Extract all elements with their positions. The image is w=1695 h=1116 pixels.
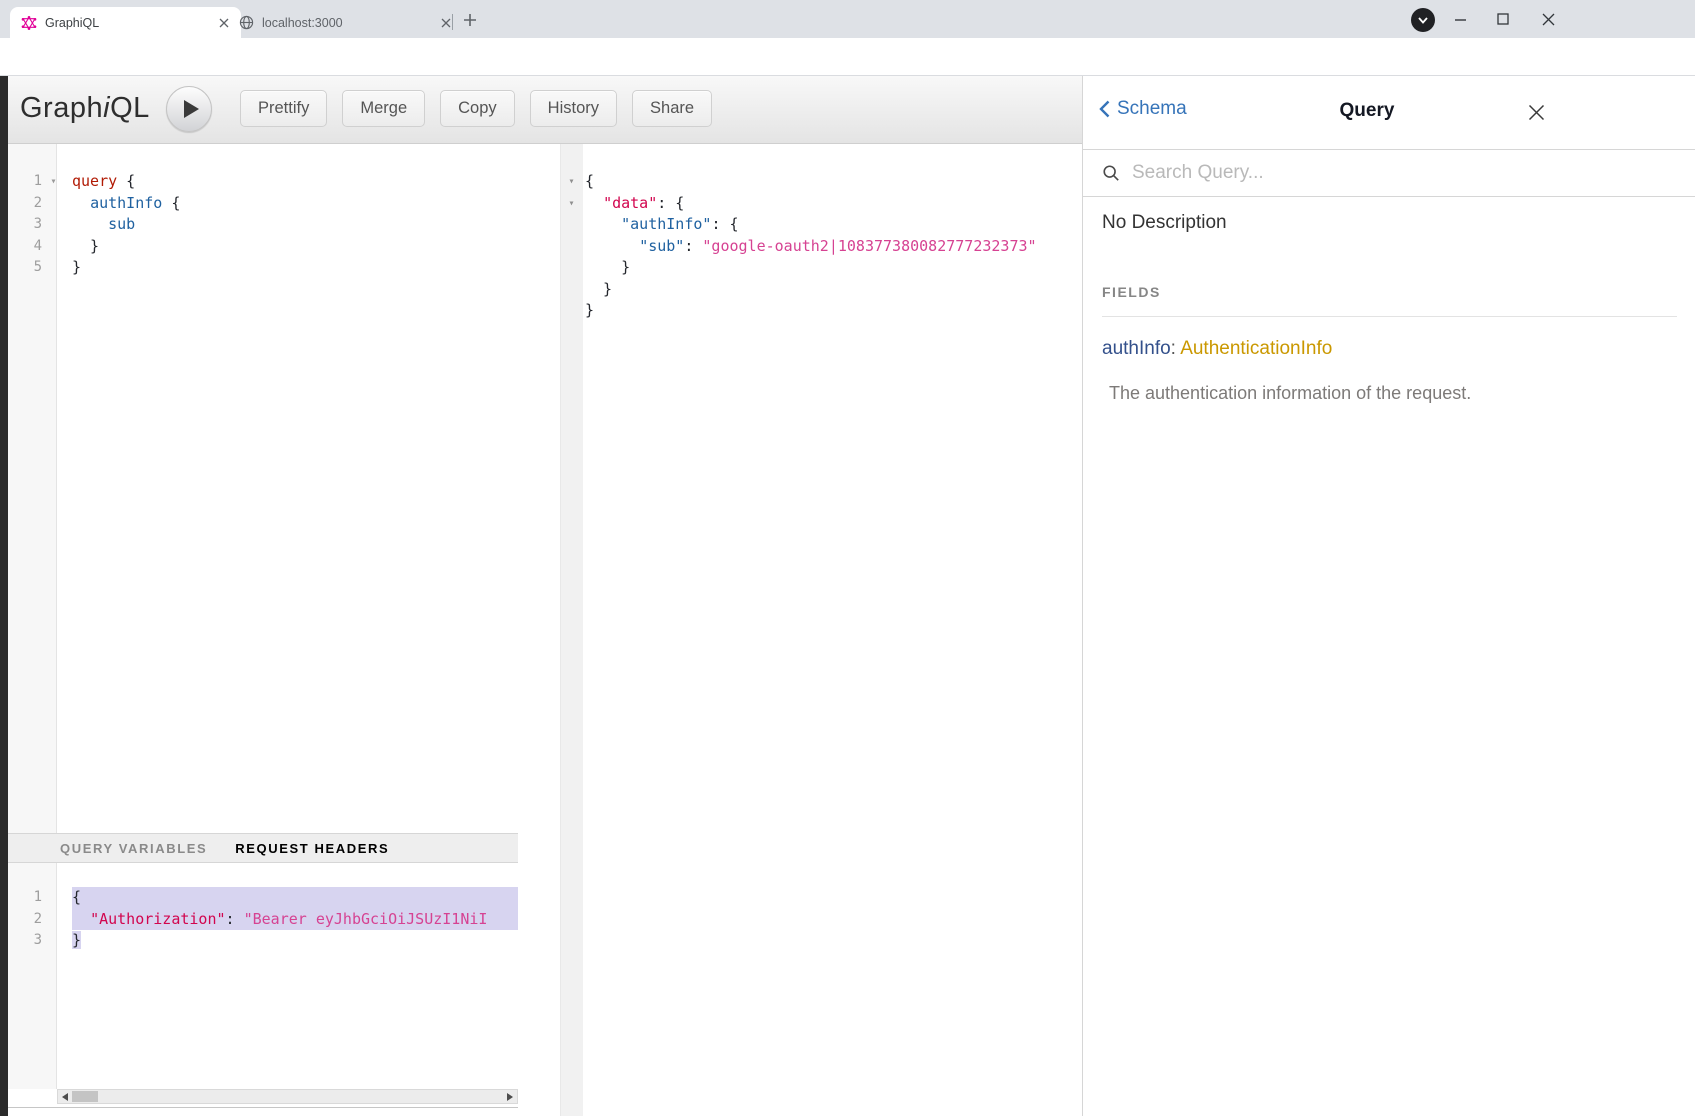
scroll-right-arrow[interactable] (503, 1090, 517, 1103)
tab-title: localhost:3000 (262, 16, 437, 30)
tab-request-headers[interactable]: REQUEST HEADERS (235, 841, 389, 856)
doc-field-type-link[interactable]: AuthenticationInfo (1180, 338, 1332, 359)
execute-query-button[interactable] (166, 86, 212, 132)
globe-icon (239, 15, 254, 30)
query-editor[interactable]: 1▾query {2 authInfo {3 sub4 }5} (8, 144, 518, 833)
code-line: ▾ "data": { (560, 193, 1082, 215)
code-line: } (560, 300, 1082, 322)
close-icon (1528, 104, 1545, 121)
tab-separator (452, 14, 453, 30)
fold-arrow-icon[interactable]: ▾ (560, 171, 583, 193)
fold-gutter (46, 214, 61, 236)
result-viewer: ▾{▾ "data": { "authInfo": { "sub": "goog… (560, 144, 1082, 544)
graphql-logo-icon (21, 15, 37, 31)
code-line: 2 authInfo { (8, 193, 518, 215)
downloads-chevron-button[interactable] (1411, 8, 1435, 32)
tab-query-variables[interactable]: QUERY VARIABLES (60, 841, 207, 856)
new-tab-button[interactable] (460, 10, 480, 30)
fold-gutter (560, 279, 583, 301)
fold-gutter (560, 300, 583, 322)
doc-field-description: The authentication information of the re… (1109, 383, 1471, 404)
doc-search-row (1083, 150, 1695, 197)
play-icon (184, 100, 199, 118)
code-line: 3} (8, 930, 518, 952)
fold-arrow-icon[interactable]: ▾ (46, 171, 61, 193)
scrollbar-thumb[interactable] (72, 1091, 98, 1102)
doc-explorer-panel: Schema Query No Description FIELDS authI… (1082, 76, 1695, 1116)
line-number: 3 (8, 214, 46, 236)
search-icon (1102, 164, 1120, 182)
left-edge-strip (0, 76, 8, 1116)
doc-search-input[interactable] (1130, 161, 1554, 185)
window-maximize-button[interactable] (1490, 6, 1516, 32)
line-number: 1 (8, 887, 46, 909)
toolbar-button-share[interactable]: Share (632, 90, 712, 127)
fold-gutter (46, 236, 61, 258)
browser-window: GraphiQL localhost:3000 (0, 0, 1695, 1116)
code-line: 1{ (8, 887, 518, 909)
code-line: } (560, 257, 1082, 279)
variables-headers-tab-bar: QUERY VARIABLES REQUEST HEADERS (8, 833, 518, 863)
fold-gutter (46, 193, 61, 215)
editor-bottom-border (8, 1107, 518, 1108)
request-headers-editor[interactable]: 1{2 "Authorization": "Bearer eyJhbGciOiJ… (8, 863, 518, 1089)
doc-no-description: No Description (1102, 212, 1227, 234)
toolbar-button-prettify[interactable]: Prettify (240, 90, 327, 127)
browser-tab-graphiql[interactable]: GraphiQL (10, 7, 241, 38)
fold-gutter (560, 236, 583, 258)
graphiql-logo: GraphiQL (20, 92, 150, 125)
horizontal-scrollbar[interactable] (57, 1089, 518, 1104)
code-line: } (560, 279, 1082, 301)
code-line: 1▾query { (8, 171, 518, 193)
line-number: 2 (8, 193, 46, 215)
window-close-button[interactable] (1535, 6, 1561, 32)
doc-fields-section-title: FIELDS (1102, 284, 1161, 300)
doc-explorer-header: Schema Query (1083, 76, 1695, 150)
fold-gutter (560, 214, 583, 236)
fold-gutter (560, 257, 583, 279)
doc-field-name-link[interactable]: authInfo (1102, 338, 1171, 359)
scroll-left-arrow[interactable] (58, 1090, 72, 1103)
code-line: "sub": "google-oauth2|108377380082777232… (560, 236, 1082, 258)
toolbar-button-copy[interactable]: Copy (440, 90, 515, 127)
line-number: 4 (8, 236, 46, 258)
code-line: "authInfo": { (560, 214, 1082, 236)
browser-toolbar: localhost:3000 UO U P (0, 38, 1695, 76)
doc-field-row: authInfo: AuthenticationInfo (1102, 338, 1332, 360)
line-number: 1 (8, 171, 46, 193)
tab-title: GraphiQL (45, 16, 215, 30)
window-minimize-button[interactable] (1447, 6, 1473, 32)
code-line: 2 "Authorization": "Bearer eyJhbGciOiJSU… (8, 909, 518, 931)
doc-section-divider (1102, 316, 1677, 317)
fold-gutter (46, 887, 61, 909)
browser-tab-localhost[interactable]: localhost:3000 (228, 7, 463, 38)
toolbar-button-history[interactable]: History (530, 90, 617, 127)
fold-gutter (46, 909, 61, 931)
fold-arrow-icon[interactable]: ▾ (560, 193, 583, 215)
doc-explorer-title: Query (1083, 100, 1651, 122)
line-number: 3 (8, 930, 46, 952)
toolbar-button-merge[interactable]: Merge (342, 90, 425, 127)
graphiql-toolbar: GraphiQL Prettify Merge Copy History Share (8, 76, 1082, 144)
line-number: 2 (8, 909, 46, 931)
code-line: 5} (8, 257, 518, 279)
line-number: 5 (8, 257, 46, 279)
doc-close-button[interactable] (1520, 96, 1552, 128)
fold-gutter (46, 930, 61, 952)
toolbar-button-group: Prettify Merge Copy History Share (240, 90, 712, 127)
code-line: 4 } (8, 236, 518, 258)
code-line: 3 sub (8, 214, 518, 236)
fold-gutter (46, 257, 61, 279)
code-line: ▾{ (560, 171, 1082, 193)
browser-tab-strip: GraphiQL localhost:3000 (0, 0, 1695, 38)
